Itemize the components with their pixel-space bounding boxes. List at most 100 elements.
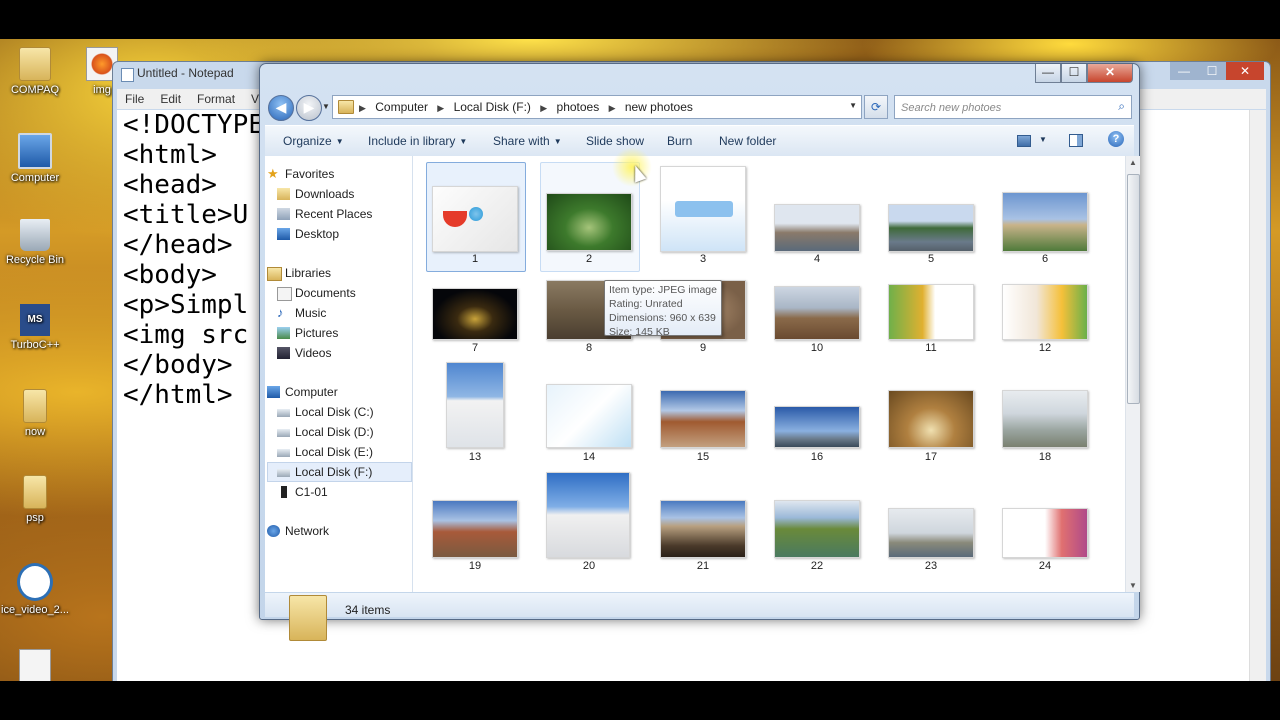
include-in-library-menu[interactable]: Include in library ▼ — [368, 134, 467, 148]
nav-item-desktop[interactable]: Desktop — [277, 225, 339, 243]
thumbnail-item[interactable]: 13 — [426, 362, 524, 470]
nav-item-documents[interactable]: Documents — [277, 284, 356, 302]
thumbnail-item[interactable]: 15 — [654, 362, 752, 470]
nav-item-local-disk-f[interactable]: Local Disk (F:) — [277, 463, 372, 481]
thumbnail-item[interactable]: 24 — [996, 470, 1094, 592]
notepad-maximize-button[interactable]: ☐ — [1198, 62, 1226, 80]
back-button[interactable]: ◀ — [268, 95, 294, 121]
breadcrumb-local-disk-f[interactable]: Local Disk (F:) — [454, 100, 531, 114]
notepad-menu-file[interactable]: File — [117, 89, 152, 106]
desktop-icon-computer[interactable]: Computer — [0, 133, 74, 184]
breadcrumb-photoes[interactable]: photoes — [557, 100, 600, 114]
address-bar[interactable]: ▶ Computer ▶ Local Disk (F:) ▶ photoes ▶… — [332, 95, 862, 119]
thumbnail-image — [774, 406, 860, 448]
explorer-window[interactable]: — ☐ ✕ ◀ ▶ ▼ ▶ Computer ▶ Local Disk (F:)… — [259, 63, 1140, 641]
search-input[interactable] — [899, 98, 1103, 118]
nav-item-downloads[interactable]: Downloads — [277, 185, 354, 203]
drive-icon — [277, 469, 290, 477]
thumbnail-item[interactable]: 1 — [426, 162, 524, 270]
scrollbar-thumb[interactable] — [1127, 174, 1140, 404]
breadcrumb-computer[interactable]: Computer — [375, 100, 428, 114]
thumbnail-label: 2 — [585, 253, 593, 265]
details-pane: 34 items — [265, 593, 1134, 641]
refresh-button[interactable]: ⟳ — [864, 95, 888, 119]
search-box[interactable]: ⌕ — [894, 95, 1132, 119]
downloads-folder-icon — [277, 188, 290, 200]
desktop-icon-recycle-bin[interactable]: Recycle Bin — [0, 219, 74, 266]
nav-item-label: Local Disk (E:) — [295, 445, 374, 459]
change-view-icon[interactable] — [1017, 135, 1031, 147]
thumbnail-item[interactable]: 6 — [996, 162, 1094, 270]
file-list-scrollbar[interactable]: ▲ ▼ — [1125, 156, 1140, 592]
nav-item-local-disk-e[interactable]: Local Disk (E:) — [277, 443, 374, 461]
notepad-menu-format[interactable]: Format — [189, 89, 243, 106]
notepad-scrollbar[interactable] — [1249, 110, 1266, 681]
nav-item-c1-01[interactable]: C1-01 — [281, 483, 328, 501]
notepad-menu-edit[interactable]: Edit — [152, 89, 189, 106]
share-with-label: Share with — [493, 134, 550, 148]
thumbnail-label: 20 — [582, 560, 596, 572]
view-options-dropdown[interactable]: ▼ — [1039, 135, 1047, 144]
breadcrumb-new-photoes[interactable]: new photoes — [625, 100, 693, 114]
notepad-minimize-button[interactable]: — — [1170, 62, 1198, 80]
thumbnail-item[interactable]: 20 — [540, 470, 638, 592]
nav-item-local-disk-d[interactable]: Local Disk (D:) — [277, 423, 374, 441]
recent-pages-dropdown[interactable]: ▼ — [322, 102, 330, 111]
thumbnail-item[interactable]: 19 — [426, 470, 524, 592]
maximize-button[interactable]: ☐ — [1061, 64, 1087, 83]
thumbnail-item[interactable]: 16 — [768, 362, 866, 470]
burn-button[interactable]: Burn — [667, 134, 692, 148]
forward-button[interactable]: ▶ — [296, 95, 322, 121]
chevron-right-icon[interactable]: ▶ — [609, 103, 616, 113]
recent-places-icon — [277, 208, 290, 220]
thumbnail-item[interactable]: 4 — [768, 162, 866, 270]
thumbnail-label: 14 — [582, 451, 596, 463]
slide-show-button[interactable]: Slide show — [586, 134, 644, 148]
folder-icon — [338, 100, 354, 114]
desktop-icon-now[interactable]: now — [0, 389, 74, 438]
thumbnail-item[interactable]: 17 — [882, 362, 980, 470]
nav-network[interactable]: Network — [267, 522, 329, 540]
share-with-menu[interactable]: Share with ▼ — [493, 134, 562, 148]
thumbnail-item[interactable]: 21 — [654, 470, 752, 592]
search-icon[interactable]: ⌕ — [1118, 99, 1125, 114]
thumbnail-item[interactable]: 22 — [768, 470, 866, 592]
chevron-right-icon[interactable]: ▶ — [540, 103, 547, 113]
nav-item-music[interactable]: ♪ Music — [277, 304, 326, 322]
desktop-icon-compaq[interactable]: COMPAQ — [0, 47, 74, 96]
desktop-icon-ice-video[interactable]: ice_video_2... — [0, 563, 74, 616]
preview-pane-icon[interactable] — [1069, 134, 1083, 147]
nav-computer[interactable]: Computer — [267, 383, 338, 401]
nav-item-pictures[interactable]: Pictures — [277, 324, 338, 342]
thumbnail-item[interactable]: 5 — [882, 162, 980, 270]
close-button[interactable]: ✕ — [1087, 64, 1133, 83]
nav-libraries[interactable]: Libraries — [267, 264, 331, 282]
desktop-icon-document[interactable] — [0, 649, 74, 681]
scroll-down-arrow-icon[interactable]: ▼ — [1129, 581, 1137, 590]
notepad-close-button[interactable]: ✕ — [1226, 62, 1264, 80]
ms-dos-icon: MS — [20, 304, 50, 336]
nav-item-recent-places[interactable]: Recent Places — [277, 205, 372, 223]
thumbnail-label: 4 — [813, 253, 821, 265]
help-icon[interactable]: ? — [1108, 131, 1124, 147]
thumbnail-label: 19 — [468, 560, 482, 572]
address-dropdown-icon[interactable]: ▼ — [849, 101, 857, 110]
nav-item-label: Videos — [295, 346, 332, 360]
nav-item-local-disk-c[interactable]: Local Disk (C:) — [277, 403, 374, 421]
desktop-icon-psp[interactable]: psp — [0, 475, 74, 524]
recycle-bin-icon — [20, 219, 50, 251]
desktop-icon-turboc[interactable]: MS TurboC++ — [0, 304, 74, 351]
chevron-right-icon[interactable]: ▶ — [437, 103, 444, 113]
drive-icon — [277, 429, 290, 437]
nav-favorites[interactable]: ★ Favorites — [267, 165, 334, 183]
thumbnail-item[interactable]: 14 — [540, 362, 638, 470]
organize-menu[interactable]: Organize ▼ — [283, 134, 344, 148]
thumbnail-item[interactable]: 23 — [882, 470, 980, 592]
thumbnail-item[interactable]: 18 — [996, 362, 1094, 470]
scroll-up-arrow-icon[interactable]: ▲ — [1129, 158, 1137, 167]
minimize-button[interactable]: — — [1035, 64, 1061, 83]
thumbnail-item[interactable]: 3 — [654, 162, 752, 270]
diya-lamp-graphic — [443, 211, 467, 227]
nav-item-videos[interactable]: Videos — [277, 344, 332, 362]
new-folder-button[interactable]: New folder — [719, 134, 776, 148]
